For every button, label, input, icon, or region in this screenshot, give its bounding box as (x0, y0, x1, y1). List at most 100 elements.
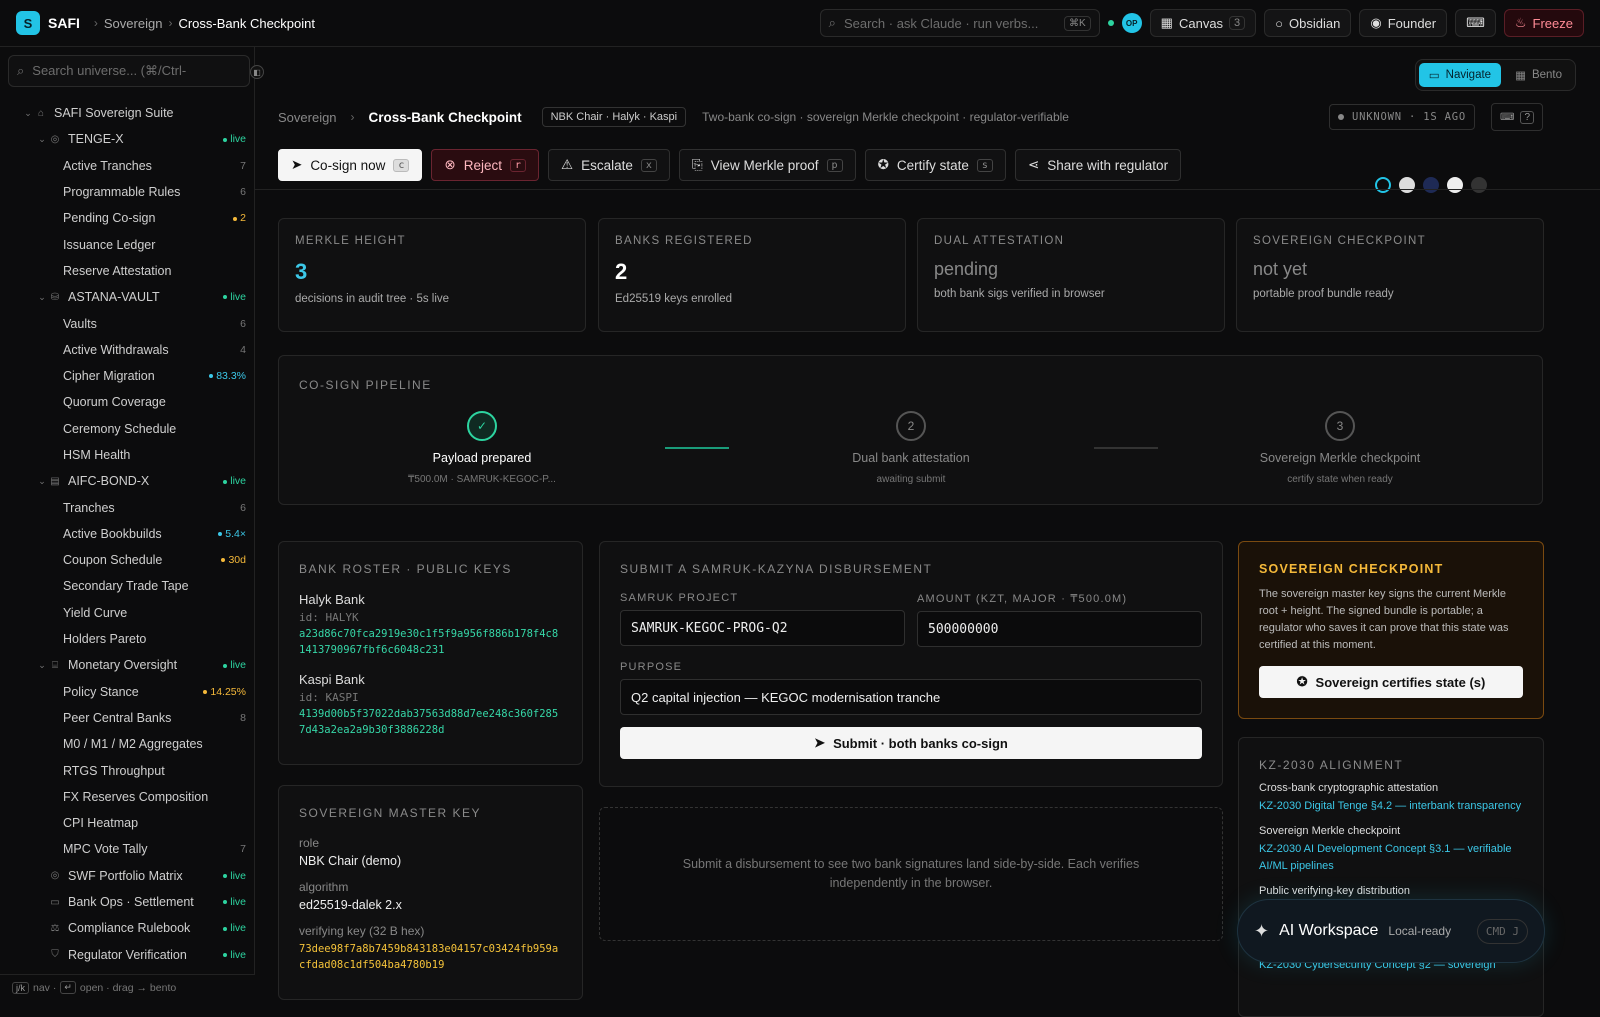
sidebar-item-quorum-coverage[interactable]: Quorum Coverage (0, 389, 255, 415)
step-name: Dual bank attestation (852, 451, 970, 465)
founder-button[interactable]: ◉ Founder (1359, 9, 1448, 37)
sidebar-item-label: Pending Co-sign (63, 211, 156, 226)
sidebar-item-mpc-vote-tally[interactable]: MPC Vote Tally 7 (0, 836, 255, 862)
sidebar-item-swf-portfolio-matrix[interactable]: ◎ SWF Portfolio Matrix live (0, 863, 255, 889)
verifying-key-label: verifying key (32 B hex) (299, 924, 425, 938)
sidebar-item-active-bookbuilds[interactable]: Active Bookbuilds 5.4× (0, 521, 255, 547)
send-icon: ➤ (814, 735, 826, 750)
ai-workspace-launcher[interactable]: ✦ AI Workspace Local-ready CMD J (1237, 899, 1545, 963)
count-badge: live (223, 922, 246, 934)
flame-icon: ♨ (1514, 15, 1527, 30)
chevron-down-icon[interactable]: ⌄ (36, 476, 48, 487)
amount-field[interactable]: 500000000 (917, 611, 1202, 647)
sidebar-item-bank-ops-settlement[interactable]: ▭ Bank Ops · Settlement live (0, 889, 255, 915)
sidebar-item-issuance-ledger[interactable]: Issuance Ledger (0, 231, 255, 257)
globe-icon: ◎ (50, 870, 60, 882)
global-search-input[interactable]: ⌕ Search · ask Claude · run verbs... ⌘K (819, 9, 1100, 37)
count-badge: 8 (240, 711, 246, 724)
count-badge: 6 (240, 501, 246, 514)
sidebar-item-active-withdrawals[interactable]: Active Withdrawals 4 (0, 337, 255, 363)
stat-subtitle: portable proof bundle ready (1253, 288, 1394, 300)
canvas-button[interactable]: ▦ Canvas 3 (1149, 9, 1257, 37)
verifying-key-value[interactable]: 73dee98f7a8b7459b843183e04157c03424fb959… (299, 941, 562, 973)
project-label: SAMRUK PROJECT (620, 592, 739, 604)
sidebar-item-hsm-health[interactable]: HSM Health (0, 442, 255, 468)
sidebar-item-coupon-schedule[interactable]: Coupon Schedule 30d (0, 547, 255, 573)
presence-indicators (1375, 177, 1487, 193)
sidebar-item-label: Bank Ops · Settlement (68, 895, 194, 910)
sidebar-item-compliance-rulebook[interactable]: ⚖ Compliance Rulebook live (0, 915, 255, 941)
bank-public-key[interactable]: 4139d00b5f37022dab37563d88d7ee248c360f28… (299, 706, 562, 738)
chevron-right-icon: › (93, 16, 98, 30)
sidebar-item-policy-stance[interactable]: Policy Stance 14.25% (0, 679, 255, 705)
sidebar-item-m0-m1-m2-aggregates[interactable]: M0 / M1 / M2 Aggregates (0, 731, 255, 757)
co-sign-now-button[interactable]: ➤ Co-sign now c (278, 149, 423, 181)
sidebar-item-monetary-oversight[interactable]: ⌄ ⌸ Monetary Oversight live (0, 652, 255, 678)
pipeline-title: CO-SIGN PIPELINE (299, 378, 432, 392)
certify-state-button[interactable]: ✪ Certify state s (864, 149, 1006, 181)
pipeline-connector (665, 447, 729, 449)
checkpoint-description: The sovereign master key signs the curre… (1259, 588, 1509, 651)
share-with-regulator-button[interactable]: ⋖ Share with regulator (1014, 149, 1182, 181)
sidebar-item-label: Yield Curve (63, 605, 128, 620)
avatar[interactable]: OP (1121, 13, 1142, 33)
sidebar-item-cipher-migration[interactable]: Cipher Migration 83.3% (0, 363, 255, 389)
bank-public-key[interactable]: a23d86c70fca2919e30c1f5f9a956f886b178f4c… (299, 626, 562, 658)
sidebar-item-vaults[interactable]: Vaults 6 (0, 310, 255, 336)
breadcrumb-sovereign[interactable]: Sovereign (104, 16, 163, 31)
sidebar-item-yield-curve[interactable]: Yield Curve (0, 600, 255, 626)
purpose-field[interactable]: Q2 capital injection — KEGOC modernisati… (620, 679, 1202, 715)
sidebar-item-astana-vault[interactable]: ⌄ ⛁ ASTANA-VAULT live (0, 284, 255, 310)
home-icon: ⌂ (37, 107, 45, 119)
sidebar-item-cpi-heatmap[interactable]: CPI Heatmap (0, 810, 255, 836)
bento-mode-button[interactable]: ▦ Bento (1505, 63, 1572, 87)
universe-search-input[interactable]: ⌕ Search universe... (⌘/Ctrl- (8, 55, 250, 87)
sidebar-item-ceremony-schedule[interactable]: Ceremony Schedule (0, 416, 255, 442)
chevron-down-icon[interactable]: ⌄ (36, 292, 48, 303)
bank-id: id: KASPI (299, 691, 359, 704)
alignment-link[interactable]: KZ-2030 Digital Tenge §4.2 — interbank t… (1259, 798, 1523, 815)
chevron-down-icon[interactable]: ⌄ (36, 660, 48, 671)
submit-label: Submit · both banks co-sign (833, 735, 1008, 751)
sidebar-item-holders-pareto[interactable]: Holders Pareto (0, 626, 255, 652)
sidebar-item-peer-central-banks[interactable]: Peer Central Banks 8 (0, 705, 255, 731)
sidebar-item-tenge-x[interactable]: ⌄ ◎ TENGE-X live (0, 126, 255, 152)
app-logo[interactable]: S (16, 11, 40, 35)
chevron-down-icon[interactable]: ⌄ (36, 134, 48, 145)
shortcuts-help-button[interactable]: ⌨ ? (1491, 103, 1543, 131)
obsidian-button[interactable]: ○ Obsidian (1264, 9, 1352, 37)
sidebar-item-aifc-bond-x[interactable]: ⌄ ▤ AIFC-BOND-X live (0, 468, 255, 494)
sidebar-item-active-tranches[interactable]: Active Tranches 7 (0, 153, 255, 179)
escalate-button[interactable]: ⚠ Escalate x (548, 149, 670, 181)
keyboard-button[interactable]: ⌨ (1455, 9, 1496, 37)
master-key-panel: SOVEREIGN MASTER KEY role NBK Chair (dem… (278, 785, 583, 1000)
sidebar-item-secondary-trade-tape[interactable]: Secondary Trade Tape (0, 573, 255, 599)
vault-icon: ⛁ (50, 291, 60, 303)
header-crumb-sovereign[interactable]: Sovereign (278, 110, 337, 125)
sidebar-item-tranches[interactable]: Tranches 6 (0, 494, 255, 520)
view-merkle-proof-button[interactable]: ⎘ View Merkle proof p (678, 149, 856, 181)
sidebar-item-reserve-attestation[interactable]: Reserve Attestation (0, 258, 255, 284)
project-field[interactable]: SAMRUK-KEGOC-PROG-Q2 (620, 610, 905, 646)
alignment-link[interactable]: KZ-2030 AI Development Concept §3.1 — ve… (1259, 841, 1523, 875)
canvas-count: 3 (1229, 16, 1246, 30)
submit-button[interactable]: ➤ Submit · both banks co-sign (620, 727, 1202, 759)
action-label: Share with regulator (1047, 157, 1169, 173)
freeze-button[interactable]: ♨ Freeze (1503, 9, 1584, 37)
chevron-right-icon: › (168, 16, 173, 30)
presence-dot (1423, 177, 1439, 193)
share-icon: ⋖ (1027, 157, 1040, 172)
sidebar-item-fx-reserves-composition[interactable]: FX Reserves Composition (0, 784, 255, 810)
sidebar-item-programmable-rules[interactable]: Programmable Rules 6 (0, 179, 255, 205)
sidebar-item-safi-sovereign-suite[interactable]: ⌄ ⌂ SAFI Sovereign Suite (0, 100, 255, 126)
certify-state-button[interactable]: ✪ Sovereign certifies state (s) (1259, 666, 1523, 698)
breadcrumb-current: Cross-Bank Checkpoint (178, 15, 315, 31)
reject-button[interactable]: ⊗ Reject r (431, 149, 539, 181)
navigate-mode-button[interactable]: ▭ Navigate (1418, 63, 1502, 87)
sidebar-item-rtgs-throughput[interactable]: RTGS Throughput (0, 757, 255, 783)
sidebar-item-regulator-verification[interactable]: ⛉ Regulator Verification live (0, 942, 255, 968)
action-label: Reject (463, 157, 502, 173)
search-icon: ⌕ (828, 15, 836, 30)
chevron-down-icon[interactable]: ⌄ (22, 108, 34, 119)
sidebar-item-pending-co-sign[interactable]: Pending Co-sign 2 (0, 205, 255, 231)
